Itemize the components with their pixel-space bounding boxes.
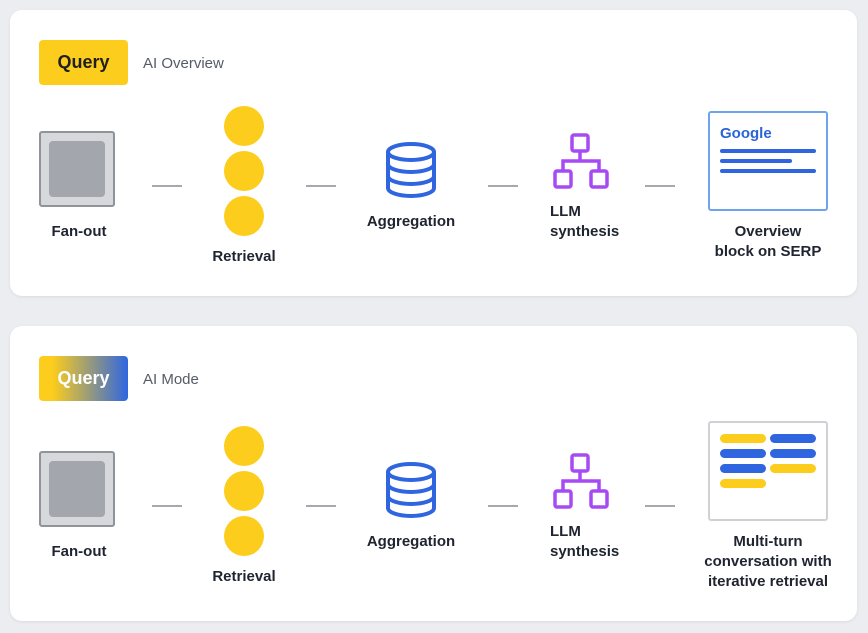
database-icon [386,462,436,518]
output-label-line2: block on SERP [714,243,822,260]
connector [306,505,336,507]
retrieval-dots-icon [224,106,264,240]
output-label-line1: Overview [734,223,802,240]
fanout-label: Fan-out [51,223,107,240]
query-badge: Query [39,40,128,85]
retrieval-label: Retrieval [212,568,276,585]
ai-overview-panel: Query AI Overview Fan-out Retrieval Aggr… [10,10,857,296]
llm-label-line2: synthesis [550,223,620,240]
mode-label: AI Mode [143,371,199,388]
query-badge: Query [39,356,128,401]
hierarchy-icon [553,133,609,189]
retrieval-dots-icon [224,426,264,560]
output-label-line3: iterative retrieval [707,573,829,590]
fanout-label: Fan-out [51,543,107,560]
connector [488,505,518,507]
connector [645,185,675,187]
llm-label-line1: LLM [550,523,581,540]
connector [152,505,182,507]
fanout-box-icon [39,451,115,527]
connector [306,185,336,187]
fanout-box-icon [39,131,115,207]
connector [152,185,182,187]
llm-label-line1: LLM [550,203,581,220]
conversation-icon [708,421,828,521]
hierarchy-icon [553,453,609,509]
output-label-line2: conversation with [704,553,832,570]
output-label-line1: Multi-turn [733,533,803,550]
llm-label-line2: synthesis [550,543,620,560]
connector [488,185,518,187]
serp-block-icon: Google [708,111,828,211]
mode-label: AI Overview [143,55,224,72]
aggregation-label: Aggregation [366,213,456,230]
connector [645,505,675,507]
aggregation-label: Aggregation [366,533,456,550]
serp-brand: Google [720,125,772,142]
ai-mode-panel: Query AI Mode Fan-out Retrieval Aggregat… [10,326,857,621]
database-icon [386,142,436,198]
retrieval-label: Retrieval [212,248,276,265]
